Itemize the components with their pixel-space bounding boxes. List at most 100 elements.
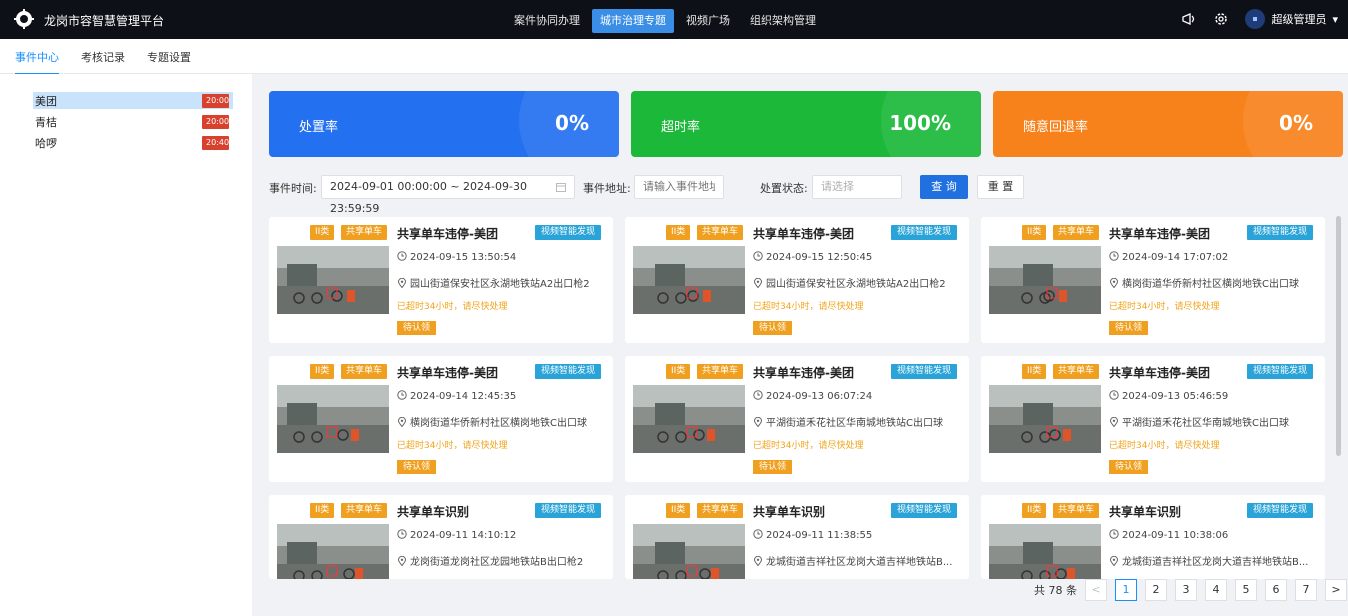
event-card[interactable]: II类 共享单车 共享单车识别 视频智能发现 2024-09-11 10:38:06 龙城… [981,495,1325,579]
event-address-value: 园山街道保安社区永湖地铁站A2出口枪2 [410,279,590,290]
topnav-city-governance[interactable]: 城市治理专题 [592,9,674,33]
settings-icon[interactable] [1213,11,1229,27]
camera-snapshot-image [989,524,1101,579]
page-button-2[interactable]: 2 [1145,579,1167,601]
event-title[interactable]: 共享单车识别 [753,503,825,520]
tab-assessment-records[interactable]: 考核记录 [81,49,125,65]
page-button-4[interactable]: 4 [1205,579,1227,601]
page-button-6[interactable]: 6 [1265,579,1287,601]
event-card[interactable]: II类 共享单车 共享单车违停-美团 视频智能发现 2024-09-14 12:45:3… [269,356,613,482]
event-card[interactable]: II类 共享单车 共享单车违停-美团 视频智能发现 2024-09-15 13:50:5… [269,217,613,343]
page-button-5[interactable]: 5 [1235,579,1257,601]
event-class-tag: II类 [1022,225,1047,240]
event-status-badge[interactable]: 待认领 [753,321,793,335]
event-status-badge[interactable]: 待认领 [1109,460,1149,474]
event-status-badge[interactable]: 待认领 [1109,321,1149,335]
page-button-7[interactable]: 7 [1295,579,1317,601]
event-address: 园山街道保安社区永湖地铁站A2出口枪2 [753,275,958,290]
event-address: 龙城街道吉祥社区龙岗大道吉祥地铁站B... [753,553,958,568]
event-thumbnail[interactable] [989,385,1101,453]
event-class-tag: II类 [666,364,691,379]
event-thumbnail[interactable] [633,246,745,314]
event-title[interactable]: 共享单车违停-美团 [397,225,498,242]
event-time-value: 2024-09-13 06:07:24 [766,391,873,402]
event-thumbnail[interactable] [989,524,1101,579]
event-card[interactable]: II类 共享单车 共享单车识别 视频智能发现 2024-09-11 14:10:12 龙岗… [269,495,613,579]
event-title[interactable]: 共享单车违停-美团 [753,364,854,381]
sidebar-item-meituan[interactable]: 美团 20:00 [33,92,233,109]
location-pin-icon [753,417,763,427]
event-title[interactable]: 共享单车违停-美团 [753,225,854,242]
event-card[interactable]: II类 共享单车 共享单车违停-美团 视频智能发现 2024-09-13 05:46:5… [981,356,1325,482]
page-button-1[interactable]: 1 [1115,579,1137,601]
next-page-button[interactable]: > [1325,579,1347,601]
clock-icon [753,390,763,400]
event-thumbnail[interactable] [277,524,389,579]
event-status-badge[interactable]: 待认领 [397,321,437,335]
sidebar-item-qingju[interactable]: 青桔 20:00 [33,113,233,130]
avatar [1245,9,1266,29]
event-category-tag: 共享单车 [697,364,744,379]
event-overtime-warning: 已超时34小时，请尽快处理 [753,302,864,312]
event-overtime-warning: 已超时34小时，请尽快处理 [1109,441,1220,451]
event-thumbnail[interactable] [633,524,745,579]
page-button-3[interactable]: 3 [1175,579,1197,601]
status-select[interactable]: 请选择 [812,175,902,199]
event-thumbnail[interactable] [277,385,389,453]
event-status-badge[interactable]: 待认领 [397,460,437,474]
event-class-tag: II类 [1022,364,1047,379]
event-address-value: 平湖街道禾花社区华南城地铁站C出口球 [766,418,943,429]
top-right-tools: 超级管理员 ▾ [1181,9,1338,29]
event-source-tag: 视频智能发现 [1246,503,1313,518]
clock-icon [753,251,763,261]
event-address-value: 龙城街道吉祥社区龙岗大道吉祥地铁站B... [1122,557,1309,568]
pagination-total: 共 78 条 [1034,584,1077,597]
event-thumbnail[interactable] [989,246,1101,314]
event-title[interactable]: 共享单车识别 [397,503,469,520]
event-card[interactable]: II类 共享单车 共享单车违停-美团 视频智能发现 2024-09-13 06:07:2… [625,356,969,482]
event-card[interactable]: II类 共享单车 共享单车识别 视频智能发现 2024-09-11 11:38:55 龙城… [625,495,969,579]
event-status-badge[interactable]: 待认领 [753,460,793,474]
event-title[interactable]: 共享单车违停-美团 [1109,225,1210,242]
stat-value: 100% [889,111,951,135]
event-address-value: 平湖街道禾花社区华南城地铁C出口球 [1122,418,1289,429]
event-source-tag: 视频智能发现 [890,503,957,518]
event-source-tag: 视频智能发现 [890,364,957,379]
prev-page-button[interactable]: < [1085,579,1107,601]
topnav-org-management[interactable]: 组织架构管理 [742,9,824,33]
scrollbar[interactable] [1336,216,1341,456]
event-address-input[interactable] [634,175,724,199]
event-time-range-picker[interactable]: 2024-09-01 00:00:00 ~ 2024-09-30 23:59:5… [321,175,575,215]
event-thumbnail[interactable] [633,385,745,453]
location-pin-icon [397,417,407,427]
event-time: 2024-09-15 12:50:45 [753,251,958,263]
tab-topic-settings[interactable]: 专题设置 [147,49,191,65]
topnav-case-collaboration[interactable]: 案件协同办理 [506,9,588,33]
event-time-value: 2024-09-14 12:45:35 [410,391,517,402]
event-thumbnail[interactable] [277,246,389,314]
calendar-icon [556,183,566,192]
announcement-icon[interactable] [1181,11,1197,27]
event-address: 平湖街道禾花社区华南城地铁C出口球 [1109,414,1314,429]
chevron-down-icon: ▾ [1332,12,1338,26]
clock-icon [1109,251,1119,261]
event-card[interactable]: II类 共享单车 共享单车违停-美团 视频智能发现 2024-09-15 12:50:4… [625,217,969,343]
sidebar-item-haluo[interactable]: 哈啰 20:40 [33,134,233,151]
event-title[interactable]: 共享单车违停-美团 [1109,364,1210,381]
event-title[interactable]: 共享单车违停-美团 [397,364,498,381]
location-pin-icon [753,278,763,288]
clock-icon [753,529,763,539]
tab-event-center[interactable]: 事件中心 [15,49,59,75]
location-pin-icon [397,278,407,288]
reset-button[interactable]: 重 置 [977,175,1024,199]
user-menu[interactable]: 超级管理员 ▾ [1245,9,1338,29]
clock-icon [397,251,407,261]
event-source-tag: 视频智能发现 [534,364,601,379]
event-card[interactable]: II类 共享单车 共享单车违停-美团 视频智能发现 2024-09-14 17:07:0… [981,217,1325,343]
search-button[interactable]: 查 询 [920,175,968,199]
event-time-value: 2024-09-15 13:50:54 [410,252,517,263]
event-time: 2024-09-11 14:10:12 [397,529,602,541]
clock-icon [397,390,407,400]
topnav-video-plaza[interactable]: 视频广场 [678,9,738,33]
event-title[interactable]: 共享单车识别 [1109,503,1181,520]
